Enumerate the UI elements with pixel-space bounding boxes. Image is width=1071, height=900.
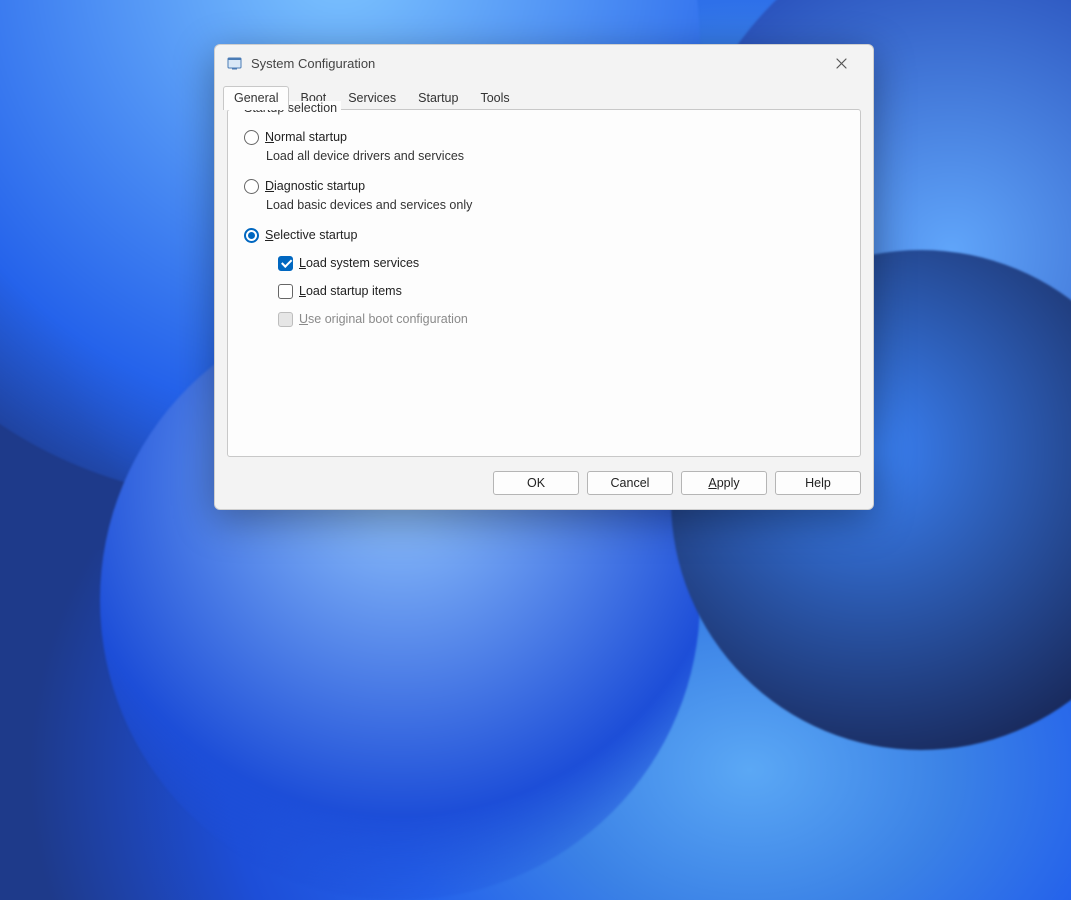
titlebar: System Configuration	[215, 45, 873, 79]
use-original-boot-label: Use original boot configuration	[299, 310, 468, 328]
normal-startup-desc: Load all device drivers and services	[266, 149, 844, 163]
checkbox-load-startup-items[interactable]	[278, 284, 293, 299]
dialog-footer: OK Cancel Apply Help	[215, 457, 873, 509]
load-system-services-label: Load system services	[299, 254, 419, 272]
close-button[interactable]	[821, 49, 861, 77]
system-configuration-dialog: System Configuration General Boot Servic…	[214, 44, 874, 510]
radio-diagnostic-startup[interactable]	[244, 179, 259, 194]
window-title: System Configuration	[251, 56, 821, 71]
apply-button[interactable]: Apply	[681, 471, 767, 495]
tab-tools[interactable]: Tools	[469, 86, 520, 110]
checkbox-load-system-services[interactable]	[278, 256, 293, 271]
apply-button-label: Apply	[708, 476, 739, 490]
radio-diagnostic-label: Diagnostic startup	[265, 177, 365, 195]
tab-general[interactable]: General	[223, 86, 289, 110]
help-button[interactable]: Help	[775, 471, 861, 495]
checkbox-use-original-boot	[278, 312, 293, 327]
radio-normal-startup[interactable]	[244, 130, 259, 145]
radio-selective-startup[interactable]	[244, 228, 259, 243]
tab-services[interactable]: Services	[337, 86, 407, 110]
radio-normal-label: Normal startup	[265, 128, 347, 146]
startup-selection-group: Startup selection Normal startup Load al…	[227, 109, 861, 457]
tab-startup[interactable]: Startup	[407, 86, 469, 110]
radio-selective-label: Selective startup	[265, 226, 357, 244]
load-startup-items-label: Load startup items	[299, 282, 402, 300]
msconfig-icon	[227, 55, 243, 71]
close-icon	[836, 58, 847, 69]
diagnostic-startup-desc: Load basic devices and services only	[266, 198, 844, 212]
ok-button[interactable]: OK	[493, 471, 579, 495]
cancel-button[interactable]: Cancel	[587, 471, 673, 495]
